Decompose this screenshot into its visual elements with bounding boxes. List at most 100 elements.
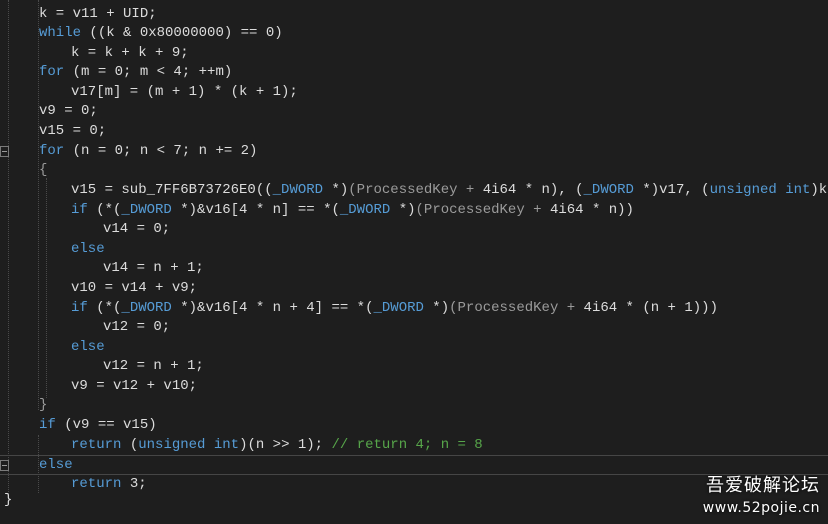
code-line[interactable]: v12 = n + 1; xyxy=(0,357,828,377)
code-keyword: while xyxy=(39,25,82,41)
code-token: (ProcessedKey + xyxy=(348,182,483,198)
code-token: (m = 0; m < 4; ++m) xyxy=(64,64,233,80)
code-keyword: return xyxy=(71,437,122,453)
code-token: 4i64 * n), ( xyxy=(482,182,584,198)
code-token: *) xyxy=(323,182,349,198)
code-text: if (*(_DWORD *)&v16[4 * n + 4] == *(_DWO… xyxy=(71,299,718,319)
code-text: v9 = v12 + v10; xyxy=(71,377,197,397)
watermark: 吾爱破解论坛 www.52pojie.cn xyxy=(703,474,820,518)
code-token: *) xyxy=(423,300,450,316)
code-line-current[interactable]: else xyxy=(0,455,828,475)
code-text: else xyxy=(71,338,105,358)
code-line[interactable]: v17[m] = (m + 1) * (k + 1); xyxy=(0,83,828,103)
code-text: v9 = 0; xyxy=(39,102,98,122)
code-text: v12 = n + 1; xyxy=(103,357,204,377)
code-text: while ((k & 0x80000000) == 0) xyxy=(39,24,283,44)
code-line[interactable]: v15 = sub_7FF6B73726E0((_DWORD *)(Proces… xyxy=(0,181,828,201)
code-text: v12 = 0; xyxy=(103,318,170,338)
code-text: { xyxy=(39,161,47,181)
code-token: ((k & 0x80000000) == 0) xyxy=(81,25,283,41)
watermark-site-name: 吾爱破解论坛 xyxy=(706,475,820,496)
code-text: } xyxy=(39,396,47,416)
code-type: _DWORD xyxy=(272,182,324,198)
code-text: if (*(_DWORD *)&v16[4 * n] == *(_DWORD *… xyxy=(71,201,634,221)
code-text: v10 = v14 + v9; xyxy=(71,279,197,299)
code-token: v14 = n + 1; xyxy=(103,260,204,276)
code-token: *)&v16[4 * n + 4] == *( xyxy=(171,300,374,316)
code-line[interactable]: else xyxy=(0,240,828,260)
code-text: } xyxy=(4,491,12,511)
code-line[interactable]: } xyxy=(0,396,828,416)
watermark-site-url: www.52pojie.cn xyxy=(702,500,820,516)
code-token: *) xyxy=(390,202,416,218)
code-keyword: else xyxy=(71,339,105,355)
code-line[interactable]: v9 = 0; xyxy=(0,102,828,122)
code-text: return (unsigned int)(n >> 1); // return… xyxy=(71,436,483,456)
code-token: v17[m] = (m + 1) * (k + 1); xyxy=(71,84,298,100)
code-token: k = k + k + 9; xyxy=(71,45,189,61)
code-editor[interactable]: k = v11 + UID; while ((k & 0x80000000) ==… xyxy=(0,0,828,524)
code-type: _DWORD xyxy=(373,300,424,316)
code-token: (ProcessedKey + xyxy=(449,300,584,316)
code-text: k = k + k + 9; xyxy=(71,44,189,64)
code-text: v15 = 0; xyxy=(39,122,106,142)
code-text: if (v9 == v15) xyxy=(39,416,157,436)
code-token: v9 = v12 + v10; xyxy=(71,378,198,394)
code-line[interactable]: if (v9 == v15) xyxy=(0,416,828,436)
code-text: v14 = 0; xyxy=(103,220,170,240)
code-line[interactable]: { xyxy=(0,161,828,181)
code-token: { xyxy=(39,162,48,178)
code-line[interactable]: if (*(_DWORD *)&v16[4 * n] == *(_DWORD *… xyxy=(0,201,828,221)
code-keyword: unsigned int xyxy=(138,437,240,453)
code-text: v17[m] = (m + 1) * (k + 1); xyxy=(71,83,298,103)
code-token: v10 = v14 + v9; xyxy=(71,280,198,296)
code-type: _DWORD xyxy=(121,202,172,218)
code-text: for (n = 0; n < 7; n += 2) xyxy=(39,142,257,162)
code-line[interactable]: v9 = v12 + v10; xyxy=(0,377,828,397)
code-line[interactable]: v10 = v14 + v9; xyxy=(0,279,828,299)
code-token: )k, a3); xyxy=(810,182,828,198)
code-token: v9 = 0; xyxy=(39,103,98,119)
code-token: (*( xyxy=(87,300,122,316)
code-token: *)&v16[4 * n] == *( xyxy=(171,202,340,218)
code-line[interactable]: v15 = 0; xyxy=(0,122,828,142)
code-text: for (m = 0; m < 4; ++m) xyxy=(39,63,232,83)
code-line[interactable]: k = k + k + 9; xyxy=(0,44,828,64)
code-token: 3; xyxy=(121,476,147,492)
code-token: (v9 == v15) xyxy=(55,417,157,433)
code-keyword: unsigned int xyxy=(709,182,811,198)
code-line[interactable]: while ((k & 0x80000000) == 0) xyxy=(0,24,828,44)
code-token: k = v11 + UID; xyxy=(39,6,157,22)
code-line[interactable]: v14 = 0; xyxy=(0,220,828,240)
code-type: _DWORD xyxy=(121,300,172,316)
code-token: v12 = n + 1; xyxy=(103,358,204,374)
code-line[interactable]: else xyxy=(0,338,828,358)
code-token: (ProcessedKey + xyxy=(415,202,550,218)
code-type: _DWORD xyxy=(339,202,391,218)
code-keyword: return xyxy=(71,476,122,492)
code-token: v15 = sub_7FF6B73726E0(( xyxy=(71,182,273,198)
code-line[interactable]: v14 = n + 1; xyxy=(0,259,828,279)
code-token: } xyxy=(39,397,48,413)
code-keyword: for xyxy=(39,143,65,159)
code-token: 4i64 * (n + 1))) xyxy=(583,300,718,316)
code-line[interactable]: k = v11 + UID; xyxy=(0,5,828,25)
code-keyword: for xyxy=(39,64,65,80)
code-keyword: if xyxy=(71,202,88,218)
code-text: k = v11 + UID; xyxy=(39,5,157,25)
code-line[interactable]: return (unsigned int)(n >> 1); // return… xyxy=(0,436,828,456)
code-token: v12 = 0; xyxy=(103,319,171,335)
code-comment: // return 4; n = 8 xyxy=(331,437,483,453)
code-token: } xyxy=(4,492,13,508)
code-text: else xyxy=(39,456,73,476)
code-token: v15 = 0; xyxy=(39,123,107,139)
code-line[interactable]: v12 = 0; xyxy=(0,318,828,338)
code-keyword: else xyxy=(39,457,73,473)
code-line[interactable]: for (m = 0; m < 4; ++m) xyxy=(0,63,828,83)
code-line[interactable]: for (n = 0; n < 7; n += 2) xyxy=(0,142,828,162)
code-line[interactable]: if (*(_DWORD *)&v16[4 * n + 4] == *(_DWO… xyxy=(0,299,828,319)
code-keyword: else xyxy=(71,241,105,257)
code-token: v14 = 0; xyxy=(103,221,171,237)
code-token: (*( xyxy=(87,202,122,218)
code-token: *)v17, ( xyxy=(633,182,710,198)
